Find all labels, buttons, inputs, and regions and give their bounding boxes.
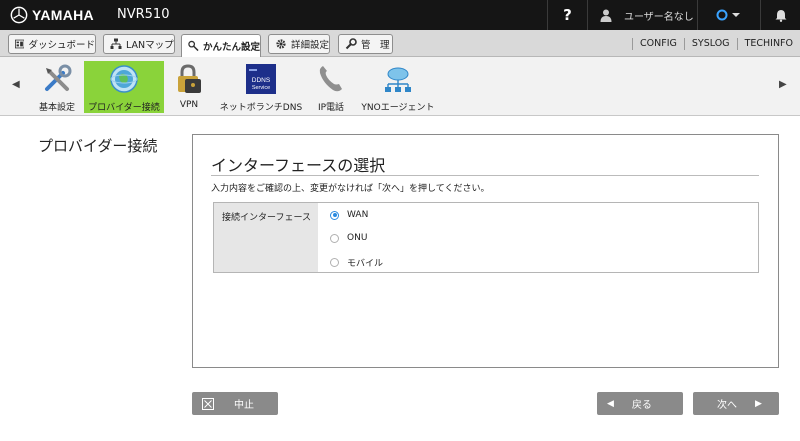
radio-label: ONU <box>347 233 368 243</box>
tools-icon <box>45 64 72 91</box>
nav-item-basic-settings[interactable]: 基本設定 <box>36 61 78 113</box>
back-arrow-icon: ◀ <box>607 398 614 409</box>
nav-item-netvolante-dns[interactable]: DDNS Service ネットボランチDNS <box>219 61 303 113</box>
chevron-down-icon <box>732 13 740 17</box>
vpn-lock-icon <box>178 64 201 93</box>
next-button[interactable]: 次へ ▶ <box>693 392 779 415</box>
radio-mobile[interactable]: モバイル <box>330 256 383 269</box>
scroll-left-arrow-icon[interactable]: ◀ <box>12 79 20 90</box>
back-button[interactable]: ◀ 戻る <box>597 392 683 415</box>
field-label: 接続インターフェース <box>214 203 318 272</box>
model-name: NVR510 <box>117 7 170 22</box>
yno-network-icon <box>385 67 411 92</box>
tab-label: LANマップ <box>126 40 174 51</box>
nav-item-vpn[interactable]: VPN <box>170 61 208 113</box>
radio-label: モバイル <box>347 259 384 269</box>
lanmap-icon <box>110 38 122 49</box>
gear-icon <box>276 39 286 49</box>
status-ring-icon <box>716 9 740 21</box>
ddns-service-icon: DDNS Service <box>246 64 276 94</box>
interface-selection-panel: インターフェースの選択 入力内容をご確認の上、変更がなければ「次へ」を押してくだ… <box>192 134 779 368</box>
tab-dashboard[interactable]: ダッシュボード <box>8 34 96 54</box>
wizard-icon <box>188 40 199 52</box>
nav-label: IP電話 <box>317 103 345 113</box>
scroll-right-arrow-icon[interactable]: ▶ <box>779 79 787 90</box>
svg-text:Service: Service <box>252 85 270 91</box>
tab-label: 管 理 <box>361 40 390 51</box>
nav-label: 基本設定 <box>38 103 75 113</box>
phone-icon <box>319 66 342 92</box>
dashboard-icon <box>15 39 25 49</box>
cancel-label: 中止 <box>234 400 254 411</box>
wrench-icon <box>345 38 357 50</box>
nav-label: VPN <box>179 100 199 110</box>
user-name: ユーザー名なし <box>624 11 694 23</box>
setup-category-bar: ◀ 基本設定 プロバイダー接続 VPN DDNS Service ネットボランチ… <box>0 57 800 116</box>
tab-lan-map[interactable]: LANマップ <box>103 34 175 54</box>
main-tab-bar: ダッシュボード LANマップ かんたん設定 詳細設定 管 理 CONFIG SY… <box>0 30 800 57</box>
top-bar: YAMAHA NVR510 ? ユーザー名なし <box>0 0 800 30</box>
tab-label: ダッシュボード <box>28 40 95 51</box>
user-icon <box>600 9 612 22</box>
radio-label: WAN <box>347 210 369 220</box>
panel-title: インターフェースの選択 <box>211 156 386 175</box>
nav-label: YNOエージェント <box>361 103 435 113</box>
radio-onu[interactable]: ONU <box>330 233 367 243</box>
syslog-link[interactable]: SYSLOG <box>683 37 737 50</box>
techinfo-link[interactable]: TECHINFO <box>736 37 800 50</box>
help-label: ? <box>563 6 572 24</box>
panel-description: 入力内容をご確認の上、変更がなければ「次へ」を押してください。 <box>211 184 490 194</box>
tab-label: かんたん設定 <box>202 42 260 53</box>
cancel-box-icon <box>202 397 214 410</box>
radio-button[interactable] <box>330 233 339 243</box>
nav-item-provider-connection[interactable]: プロバイダー接続 <box>84 61 164 113</box>
nav-item-yno-agent[interactable]: YNOエージェント <box>360 61 436 113</box>
radio-wan[interactable]: WAN <box>330 210 368 220</box>
tab-management[interactable]: 管 理 <box>338 34 393 54</box>
yamaha-emblem-icon <box>10 6 28 24</box>
help-button[interactable]: ? <box>547 0 587 30</box>
next-arrow-icon: ▶ <box>755 398 762 409</box>
config-link[interactable]: CONFIG <box>632 37 684 50</box>
nav-label: ネットボランチDNS <box>219 103 303 113</box>
svg-text:DDNS: DDNS <box>252 77 271 84</box>
top-links: CONFIG SYSLOG TECHINFO <box>632 30 800 57</box>
next-label: 次へ <box>717 400 737 411</box>
back-label: 戻る <box>631 400 652 411</box>
nav-item-ip-phone[interactable]: IP電話 <box>313 61 349 113</box>
page-title: プロバイダー接続 <box>38 137 158 155</box>
status-menu[interactable] <box>697 0 760 30</box>
nav-label: プロバイダー接続 <box>88 103 160 113</box>
yamaha-logo: YAMAHA <box>10 6 94 24</box>
radio-button[interactable] <box>330 258 339 267</box>
brand-name: YAMAHA <box>32 7 94 23</box>
tab-advanced-settings[interactable]: 詳細設定 <box>268 34 330 54</box>
tab-easy-setup[interactable]: かんたん設定 <box>181 34 261 57</box>
cancel-button[interactable]: 中止 <box>192 392 278 415</box>
globe-icon <box>110 65 138 93</box>
radio-button-checked[interactable] <box>330 210 339 220</box>
connection-interface-field: 接続インターフェース WAN ONU モバイル <box>213 202 759 273</box>
bell-icon <box>775 9 786 22</box>
user-menu[interactable]: ユーザー名なし <box>587 0 697 30</box>
notification-button[interactable] <box>760 0 800 30</box>
tab-label: 詳細設定 <box>290 40 329 51</box>
divider <box>211 175 759 176</box>
